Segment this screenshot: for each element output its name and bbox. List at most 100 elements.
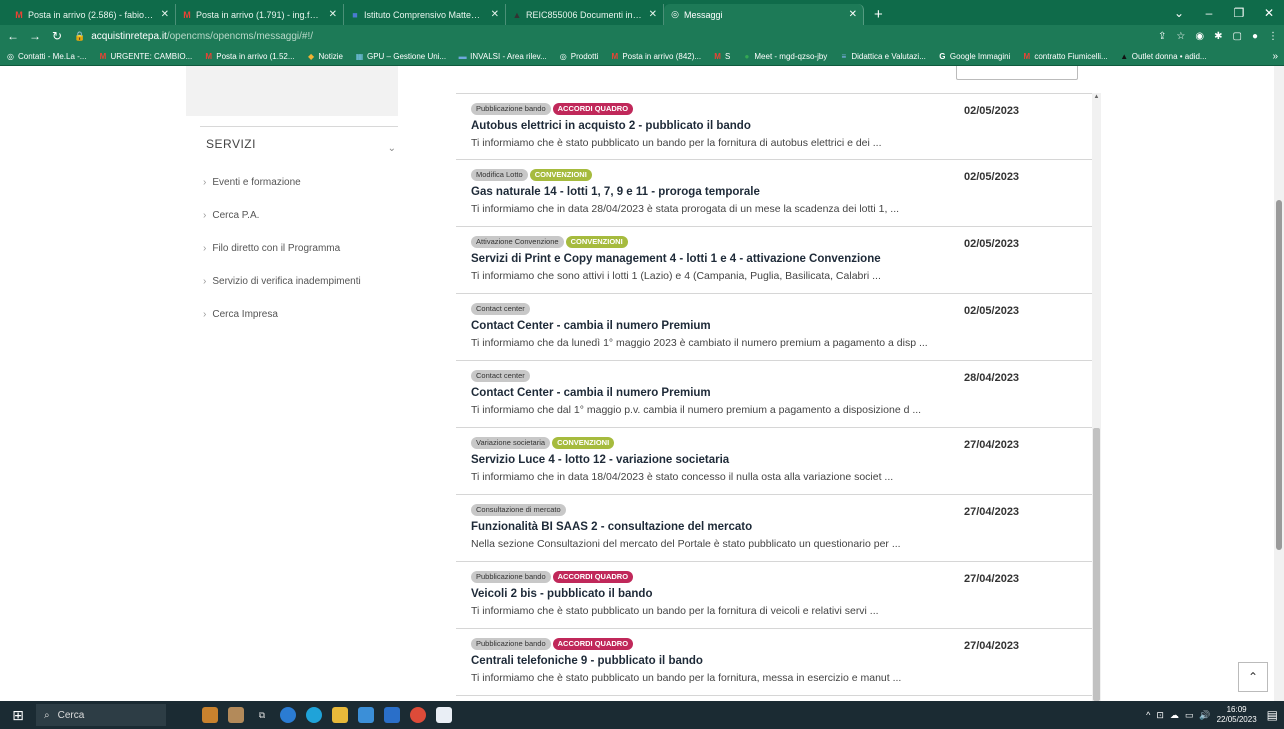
category-tag: Variazione societaria [471,437,551,449]
bookmark-item[interactable]: ▲ Outlet donna • adid... [1114,52,1213,61]
news-title[interactable]: Servizi di Print e Copy management 4 - l… [471,253,881,265]
url-field[interactable]: 🔒 acquistinretepa.it /opencms/opencms/me… [74,31,313,42]
gmail-icon: M [1023,51,1031,61]
bookmark-item[interactable]: M Posta in arrivo (1.52... [198,52,300,61]
news-description: Ti informiamo che sono attivi i lotti 1 … [471,270,881,282]
back-icon[interactable]: ← [4,29,22,43]
browser-tab[interactable]: ■ Istituto Comprensivo Matteo Ma ✕ [344,4,506,25]
news-title[interactable]: Autobus elettrici in acquisto 2 - pubbli… [471,120,751,132]
forward-icon[interactable]: → [26,29,44,43]
bookmark-item[interactable]: M URGENTE: CAMBIO... [92,52,198,61]
notification-icon[interactable]: ▤ [1267,708,1278,722]
news-description: Ti informiamo che è stato pubblicato un … [471,672,902,684]
search-input[interactable] [956,66,1078,80]
bookmark-item[interactable]: G Google Immagini [932,52,1016,61]
bookmark-item[interactable]: ≡ Didattica e Valutazi... [833,52,932,61]
page-scrollbar-thumb[interactable] [1276,200,1282,550]
news-item[interactable]: Pubblicazione bando ACCORDI QUADRO 02/05/2… [456,93,1092,160]
bookmark-label: INVALSI - Area rilev... [470,51,547,61]
document-icon[interactable] [436,707,452,723]
star-icon[interactable]: ☆ [1176,31,1185,42]
windows-start-icon[interactable]: ⊞ [0,707,36,724]
browser-app-icon[interactable] [306,707,322,723]
news-scrollbar[interactable]: ▲ [1092,93,1101,701]
new-tab-button[interactable]: + [864,4,893,25]
tab-close-icon[interactable]: ✕ [649,9,657,20]
cloud-icon[interactable]: ☁ [1170,710,1179,721]
news-title[interactable]: Contact Center - cambia il numero Premiu… [471,387,711,399]
chrome-icon[interactable] [410,707,426,723]
file-explorer-icon[interactable] [332,707,348,723]
volume-icon[interactable]: 🔊 [1199,710,1210,721]
sidebar-item-label: Servizio di verifica inadempimenti [212,276,361,287]
people-app-icon[interactable] [228,707,244,723]
books-app-icon[interactable] [202,707,218,723]
type-badge: CONVENZIONI [529,169,592,181]
network-icon[interactable]: ⊡ [1156,710,1164,721]
news-item[interactable]: Pubblicazione bando ACCORDI QUADRO 27/04/2… [456,629,1092,696]
bookmark-item[interactable]: MS [707,52,736,61]
sidebar-item[interactable]: › Filo diretto con il Programma [200,232,400,265]
tab-close-icon[interactable]: ✕ [329,9,337,20]
tab-search-icon[interactable]: ⌄ [1164,6,1194,20]
bookmark-item[interactable]: ◆ Notizie [301,52,349,61]
news-item[interactable]: Variazione societaria CONVENZIONI 27/04/20… [456,428,1092,495]
bookmark-item[interactable]: ◎ Contatti - Me.La -... [0,52,92,61]
task-view-icon[interactable]: ⧉ [254,707,270,723]
news-item[interactable]: Attivazione Convenzione CONVENZIONI 02/05/… [456,227,1092,294]
news-item[interactable]: Contact center 28/04/2023 Contact Center -… [456,361,1092,428]
bookmarks-more-button[interactable]: » [1272,47,1278,66]
sidepanel-icon[interactable]: ▢ [1233,31,1242,42]
puzzle-icon[interactable]: ✱ [1214,31,1222,42]
browser-tab[interactable]: ▲ REIC855006 Documenti in DA Sh ✕ [506,4,664,25]
back-to-top-button[interactable]: ⌃ [1238,662,1268,692]
taskbar-search[interactable]: ⌕ Cerca [36,704,166,726]
edge-icon[interactable] [280,707,296,723]
news-item[interactable]: Pubblicazione bando ACCORDI QUADRO 27/04/2… [456,562,1092,629]
tab-close-icon[interactable]: ✕ [491,9,499,20]
display-icon[interactable]: ▭ [1185,710,1194,721]
chevron-up-icon[interactable]: ^ [1146,710,1150,720]
news-item[interactable]: Consultazione di mercato 27/04/2023 Funzio… [456,495,1092,562]
close-icon[interactable]: ✕ [1254,6,1284,20]
news-title[interactable]: Contact Center - cambia il numero Premiu… [471,320,711,332]
tab-close-icon[interactable]: ✕ [849,9,857,20]
bookmark-item[interactable]: ◎ Prodotti [553,52,605,61]
news-title[interactable]: Gas naturale 14 - lotti 1, 7, 9 e 11 - p… [471,186,760,198]
minimize-icon[interactable]: – [1194,6,1224,20]
chevron-right-icon: › [203,177,207,188]
bookmark-item[interactable]: ▬ INVALSI - Area rilev... [452,52,553,61]
profile-avatar[interactable]: ● [1252,31,1258,42]
bookmark-item[interactable]: M Posta in arrivo (842)... [604,52,707,61]
bookmark-item[interactable]: ▦ GPU – Gestione Uni... [349,52,452,61]
news-title[interactable]: Funzionalità BI SAAS 2 - consultazione d… [471,521,752,533]
news-scrollbar-thumb[interactable] [1093,428,1100,701]
reload-icon[interactable]: ↻ [48,29,66,43]
news-title[interactable]: Veicoli 2 bis - pubblicato il bando [471,588,652,600]
sidebar-item[interactable]: › Cerca P.A. [200,199,400,232]
news-item[interactable]: Modifica Lotto CONVENZIONI 02/05/2023 Gas n… [456,160,1092,227]
sidebar-item[interactable]: › Cerca Impresa [200,298,400,331]
clock[interactable]: 16:09 22/05/2023 [1217,705,1257,725]
news-title[interactable]: Servizio Luce 4 - lotto 12 - variazione … [471,454,729,466]
maximize-icon[interactable]: ❐ [1224,6,1254,20]
mail-icon[interactable] [384,707,400,723]
bookmark-item[interactable]: ● Meet - mgd-qzso-jby [736,52,833,61]
sidebar-item[interactable]: › Eventi e formazione [200,166,400,199]
browser-tab[interactable]: ◎ Messaggi ✕ [664,4,864,25]
browser-tab[interactable]: M Posta in arrivo (2.586) - fabio.ber ✕ [8,4,176,25]
news-title[interactable]: Centrali telefoniche 9 - pubblicato il b… [471,655,703,667]
sidebar-item[interactable]: › Servizio di verifica inadempimenti [200,265,400,298]
servizi-dropdown[interactable]: SERVIZI ⌄ [200,126,398,156]
news-item[interactable]: Contact center 02/05/2023 Contact Center -… [456,294,1092,361]
store-icon[interactable] [358,707,374,723]
menu-icon[interactable]: ⋮ [1268,31,1278,42]
scroll-up-icon[interactable]: ▲ [1092,93,1101,102]
browser-tab[interactable]: M Posta in arrivo (1.791) - ing.fabio. ✕ [176,4,344,25]
bookmark-item[interactable]: Mcontratto Fiumicelli... [1016,52,1113,61]
tab-close-icon[interactable]: ✕ [161,9,169,20]
news-description: Ti informiamo che è stato pubblicato un … [471,137,882,149]
share-icon[interactable]: ⇪ [1158,31,1166,42]
page-scrollbar[interactable] [1274,66,1284,701]
extension-icon[interactable]: ◉ [1195,31,1204,42]
